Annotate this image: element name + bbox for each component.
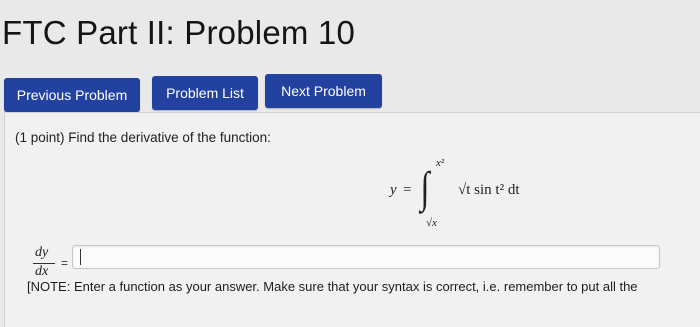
integral-upper-limit: x² (436, 157, 445, 169)
answer-input[interactable] (72, 245, 660, 269)
syntax-note: [NOTE: Enter a function as your answer. … (27, 279, 638, 294)
answer-equals: = (61, 256, 69, 270)
problem-navigation: Previous Problem Problem List Next Probl… (4, 74, 700, 112)
problem-panel: (1 point) Find the derivative of the fun… (4, 112, 700, 327)
problem-list-button[interactable]: Problem List (152, 76, 258, 110)
page-title: FTC Part II: Problem 10 (2, 14, 356, 51)
fraction-denominator: dx (35, 264, 49, 279)
text-cursor (80, 249, 81, 265)
next-problem-button[interactable]: Next Problem (265, 74, 382, 108)
integral-lower-limit: √x (426, 217, 437, 229)
integrand: √t sin t² dt (458, 182, 520, 198)
previous-problem-button[interactable]: Previous Problem (4, 78, 140, 112)
problem-statement: (1 point) Find the derivative of the fun… (15, 130, 271, 145)
fraction-numerator: dy (35, 245, 49, 260)
function-equation: y = ∫ x² √x √t sin t² dt (390, 153, 570, 233)
integral-sign: ∫ (420, 163, 430, 212)
equation-equals: = (403, 182, 412, 198)
equation-lhs: y (390, 182, 397, 198)
